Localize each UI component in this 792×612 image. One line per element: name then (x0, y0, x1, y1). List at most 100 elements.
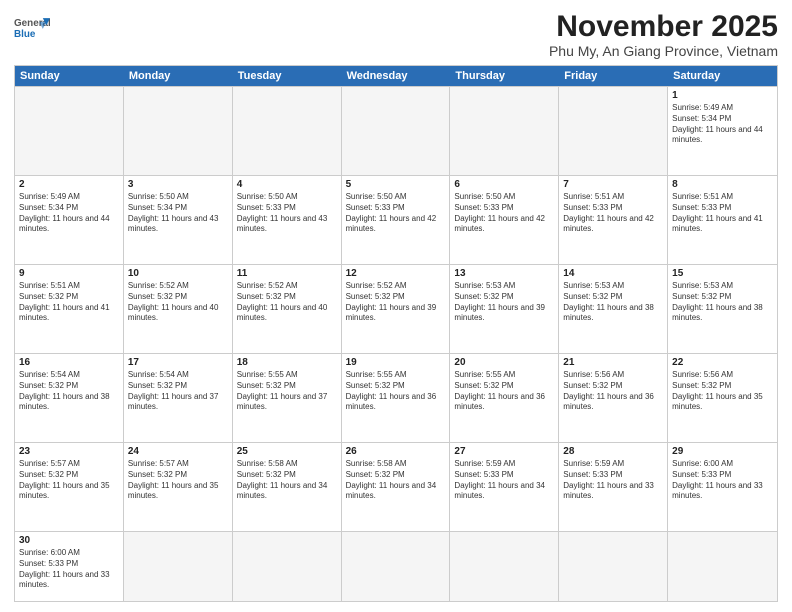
location-subtitle: Phu My, An Giang Province, Vietnam (549, 43, 778, 59)
calendar-cell: 27Sunrise: 5:59 AM Sunset: 5:33 PM Dayli… (450, 443, 559, 531)
calendar-cell: 9 Sunrise: 5:51 AM Sunset: 5:32 PM Daylig… (15, 265, 124, 353)
day-number: 11 (237, 268, 337, 279)
calendar-cell: 17 Sunrise: 5:54 AM Sunset: 5:32 PM Dayli… (124, 354, 233, 442)
calendar-cell: 6 Sunrise: 5:50 AM Sunset: 5:33 PM Daylig… (450, 176, 559, 264)
day-number: 8 (672, 179, 773, 190)
cell-info: Sunrise: 5:52 AM Sunset: 5:32 PM Dayligh… (237, 281, 337, 324)
calendar-body: 1 Sunrise: 5:49 AM Sunset: 5:34 PM Daylig… (15, 86, 777, 601)
calendar-cell: 10 Sunrise: 5:52 AM Sunset: 5:32 PM Dayli… (124, 265, 233, 353)
calendar-cell (15, 87, 124, 175)
day-number: 16 (19, 357, 119, 368)
day-number: 15 (672, 268, 773, 279)
calendar-week-1: 1 Sunrise: 5:49 AM Sunset: 5:34 PM Daylig… (15, 86, 777, 175)
calendar-cell: 22Sunrise: 5:56 AM Sunset: 5:32 PM Dayli… (668, 354, 777, 442)
day-header-thursday: Thursday (450, 66, 559, 86)
calendar-cell: 19 Sunrise: 5:55 AM Sunset: 5:32 PM Dayli… (342, 354, 451, 442)
calendar-cell: 25Sunrise: 5:58 AM Sunset: 5:32 PM Dayli… (233, 443, 342, 531)
day-header-monday: Monday (124, 66, 233, 86)
calendar-cell (233, 532, 342, 601)
day-number: 12 (346, 268, 446, 279)
day-number: 17 (128, 357, 228, 368)
day-number: 4 (237, 179, 337, 190)
cell-info: Sunrise: 5:49 AM Sunset: 5:34 PM Dayligh… (672, 103, 773, 146)
day-number: 9 (19, 268, 119, 279)
cell-info: Sunrise: 5:50 AM Sunset: 5:34 PM Dayligh… (128, 192, 228, 235)
cell-info: Sunrise: 6:00 AM Sunset: 5:33 PM Dayligh… (672, 459, 773, 502)
calendar-cell: 12 Sunrise: 5:52 AM Sunset: 5:32 PM Dayli… (342, 265, 451, 353)
day-number: 26 (346, 446, 446, 457)
header: General Blue November 2025 Phu My, An Gi… (14, 10, 778, 59)
calendar-cell: 11 Sunrise: 5:52 AM Sunset: 5:32 PM Dayli… (233, 265, 342, 353)
cell-info: Sunrise: 5:53 AM Sunset: 5:32 PM Dayligh… (454, 281, 554, 324)
title-block: November 2025 Phu My, An Giang Province,… (549, 10, 778, 59)
day-number: 18 (237, 357, 337, 368)
calendar-cell (559, 87, 668, 175)
calendar-cell: 28 Sunrise: 5:59 AM Sunset: 5:33 PM Dayli… (559, 443, 668, 531)
day-number: 23 (19, 446, 119, 457)
day-number: 21 (563, 357, 663, 368)
cell-info: Sunrise: 5:53 AM Sunset: 5:32 PM Dayligh… (563, 281, 663, 324)
cell-info: Sunrise: 5:59 AM Sunset: 5:33 PM Dayligh… (563, 459, 663, 502)
cell-info: Sunrise: 5:53 AM Sunset: 5:32 PM Dayligh… (672, 281, 773, 324)
calendar-cell (450, 87, 559, 175)
cell-info: Sunrise: 5:50 AM Sunset: 5:33 PM Dayligh… (454, 192, 554, 235)
day-header-saturday: Saturday (668, 66, 777, 86)
calendar-cell: 13Sunrise: 5:53 AM Sunset: 5:32 PM Dayli… (450, 265, 559, 353)
day-number: 19 (346, 357, 446, 368)
day-number: 28 (563, 446, 663, 457)
cell-info: Sunrise: 5:55 AM Sunset: 5:32 PM Dayligh… (237, 370, 337, 413)
day-number: 29 (672, 446, 773, 457)
month-title: November 2025 (549, 10, 778, 43)
calendar-week-6: 30 Sunrise: 6:00 AM Sunset: 5:33 PM Dayli… (15, 531, 777, 601)
day-number: 24 (128, 446, 228, 457)
day-number: 6 (454, 179, 554, 190)
calendar-cell: 2Sunrise: 5:49 AM Sunset: 5:34 PM Daylig… (15, 176, 124, 264)
cell-info: Sunrise: 5:55 AM Sunset: 5:32 PM Dayligh… (346, 370, 446, 413)
day-number: 25 (237, 446, 337, 457)
calendar: SundayMondayTuesdayWednesdayThursdayFrid… (14, 65, 778, 602)
cell-info: Sunrise: 5:59 AM Sunset: 5:33 PM Dayligh… (454, 459, 554, 502)
cell-info: Sunrise: 5:52 AM Sunset: 5:32 PM Dayligh… (346, 281, 446, 324)
logo: General Blue (14, 14, 50, 42)
day-header-sunday: Sunday (15, 66, 124, 86)
calendar-cell: 5Sunrise: 5:50 AM Sunset: 5:33 PM Daylig… (342, 176, 451, 264)
calendar-cell (668, 532, 777, 601)
day-number: 14 (563, 268, 663, 279)
calendar-week-4: 16 Sunrise: 5:54 AM Sunset: 5:32 PM Dayli… (15, 353, 777, 442)
day-number: 3 (128, 179, 228, 190)
day-number: 30 (19, 535, 119, 546)
day-number: 7 (563, 179, 663, 190)
calendar-cell (559, 532, 668, 601)
cell-info: Sunrise: 6:00 AM Sunset: 5:33 PM Dayligh… (19, 548, 119, 591)
calendar-cell: 30 Sunrise: 6:00 AM Sunset: 5:33 PM Dayli… (15, 532, 124, 601)
calendar-cell (342, 532, 451, 601)
cell-info: Sunrise: 5:57 AM Sunset: 5:32 PM Dayligh… (19, 459, 119, 502)
calendar-cell (233, 87, 342, 175)
cell-info: Sunrise: 5:51 AM Sunset: 5:33 PM Dayligh… (563, 192, 663, 235)
day-number: 10 (128, 268, 228, 279)
calendar-cell: 1 Sunrise: 5:49 AM Sunset: 5:34 PM Daylig… (668, 87, 777, 175)
day-header-friday: Friday (559, 66, 668, 86)
cell-info: Sunrise: 5:50 AM Sunset: 5:33 PM Dayligh… (237, 192, 337, 235)
calendar-cell: 14 Sunrise: 5:53 AM Sunset: 5:32 PM Dayli… (559, 265, 668, 353)
cell-info: Sunrise: 5:54 AM Sunset: 5:32 PM Dayligh… (128, 370, 228, 413)
cell-info: Sunrise: 5:51 AM Sunset: 5:32 PM Dayligh… (19, 281, 119, 324)
calendar-cell: 24 Sunrise: 5:57 AM Sunset: 5:32 PM Dayli… (124, 443, 233, 531)
calendar-cell: 15 Sunrise: 5:53 AM Sunset: 5:32 PM Dayli… (668, 265, 777, 353)
cell-info: Sunrise: 5:56 AM Sunset: 5:32 PM Dayligh… (563, 370, 663, 413)
day-number: 1 (672, 90, 773, 101)
calendar-cell: 26Sunrise: 5:58 AM Sunset: 5:32 PM Dayli… (342, 443, 451, 531)
cell-info: Sunrise: 5:55 AM Sunset: 5:32 PM Dayligh… (454, 370, 554, 413)
calendar-cell: 7 Sunrise: 5:51 AM Sunset: 5:33 PM Daylig… (559, 176, 668, 264)
day-header-wednesday: Wednesday (342, 66, 451, 86)
calendar-cell: 8Sunrise: 5:51 AM Sunset: 5:33 PM Daylig… (668, 176, 777, 264)
calendar-cell (342, 87, 451, 175)
calendar-cell: 23 Sunrise: 5:57 AM Sunset: 5:32 PM Dayli… (15, 443, 124, 531)
calendar-week-5: 23 Sunrise: 5:57 AM Sunset: 5:32 PM Dayli… (15, 442, 777, 531)
calendar-week-3: 9 Sunrise: 5:51 AM Sunset: 5:32 PM Daylig… (15, 264, 777, 353)
calendar-cell: 21 Sunrise: 5:56 AM Sunset: 5:32 PM Dayli… (559, 354, 668, 442)
calendar-cell: 18 Sunrise: 5:55 AM Sunset: 5:32 PM Dayli… (233, 354, 342, 442)
cell-info: Sunrise: 5:57 AM Sunset: 5:32 PM Dayligh… (128, 459, 228, 502)
calendar-cell: 29 Sunrise: 6:00 AM Sunset: 5:33 PM Dayli… (668, 443, 777, 531)
cell-info: Sunrise: 5:52 AM Sunset: 5:32 PM Dayligh… (128, 281, 228, 324)
